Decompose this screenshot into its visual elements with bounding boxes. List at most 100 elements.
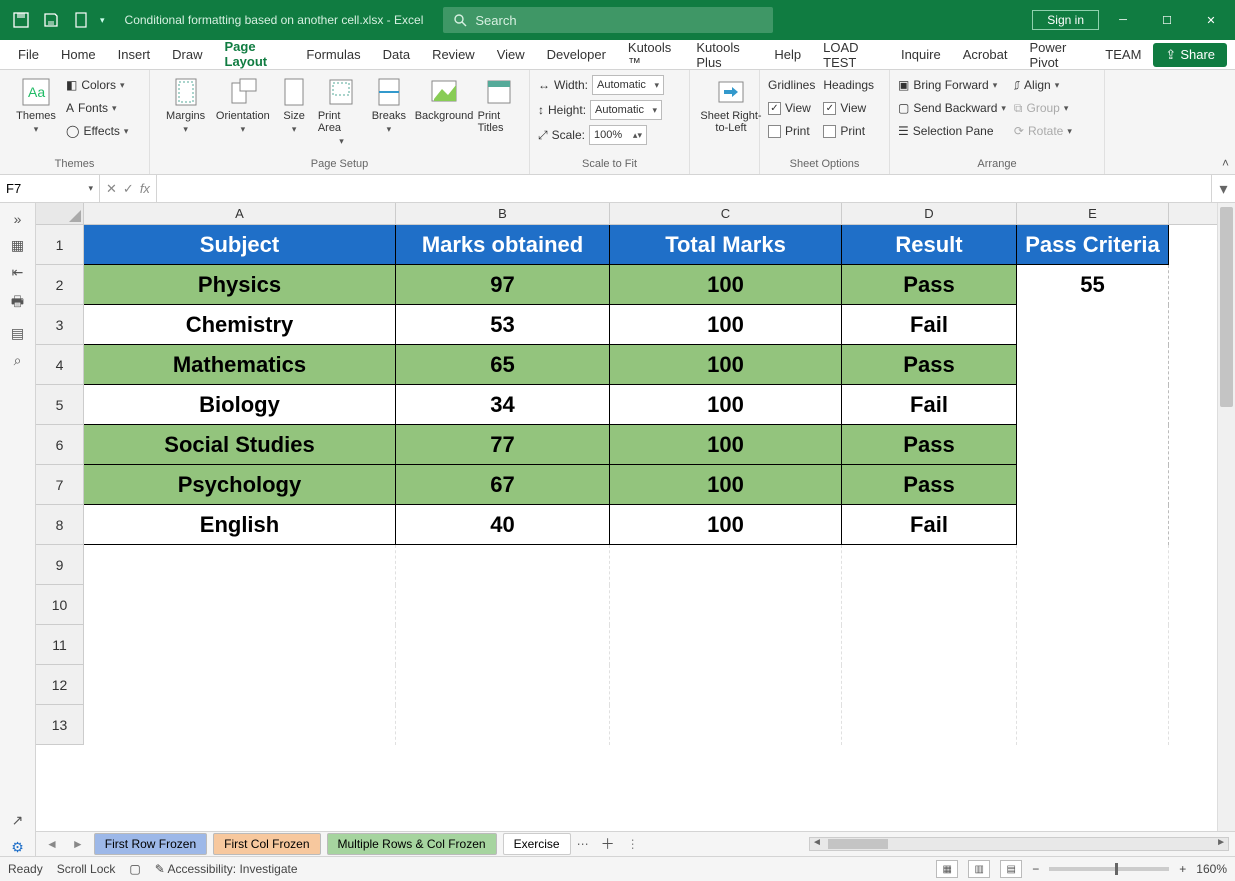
tab-power-pivot[interactable]: Power Pivot bbox=[1020, 35, 1094, 75]
cell[interactable] bbox=[1017, 585, 1169, 625]
cell[interactable] bbox=[1017, 385, 1169, 425]
cell[interactable]: 34 bbox=[396, 385, 610, 425]
side-icon-3[interactable]: 🖶 bbox=[11, 291, 24, 315]
cell[interactable]: 40 bbox=[396, 505, 610, 545]
accessibility-status[interactable]: ✎ Accessibility: Investigate bbox=[155, 862, 298, 876]
zoom-level[interactable]: 160% bbox=[1196, 862, 1227, 876]
cell[interactable] bbox=[1017, 545, 1169, 585]
tab-home[interactable]: Home bbox=[51, 42, 106, 67]
tab-kutools-plus[interactable]: Kutools Plus bbox=[686, 35, 762, 75]
signin-button[interactable]: Sign in bbox=[1032, 10, 1099, 30]
cell[interactable]: Pass bbox=[842, 345, 1017, 385]
side-icon-4[interactable]: ▤ bbox=[11, 325, 24, 342]
sheet-nav-next[interactable]: ► bbox=[68, 837, 88, 851]
margins-button[interactable]: Margins▾ bbox=[158, 74, 213, 135]
cell[interactable]: English bbox=[84, 505, 396, 545]
formula-expand-icon[interactable]: ▾ bbox=[1211, 175, 1235, 202]
cell[interactable]: 100 bbox=[610, 385, 842, 425]
row-header[interactable]: 8 bbox=[36, 505, 84, 545]
cell[interactable] bbox=[1017, 305, 1169, 345]
tab-review[interactable]: Review bbox=[422, 42, 485, 67]
headings-print-checkbox[interactable]: Print bbox=[823, 120, 874, 142]
cell[interactable]: Fail bbox=[842, 505, 1017, 545]
search-box[interactable]: Search bbox=[443, 7, 773, 33]
side-icon-1[interactable]: ▦ bbox=[11, 237, 24, 254]
sheet-rtl-button[interactable]: Sheet Right-to-Left bbox=[698, 74, 764, 134]
row-header[interactable]: 13 bbox=[36, 705, 84, 745]
cell[interactable]: 55 bbox=[1017, 265, 1169, 305]
cell[interactable]: 100 bbox=[610, 305, 842, 345]
gridlines-view-checkbox[interactable]: ✓View bbox=[768, 97, 815, 119]
cell[interactable] bbox=[610, 625, 842, 665]
sheet-tab-1[interactable]: First Row Frozen bbox=[94, 833, 207, 855]
cell[interactable] bbox=[396, 585, 610, 625]
cell[interactable]: Fail bbox=[842, 385, 1017, 425]
cell[interactable]: Pass bbox=[842, 265, 1017, 305]
cell[interactable]: Chemistry bbox=[84, 305, 396, 345]
sheet-more-icon[interactable]: ⋯ bbox=[577, 837, 589, 851]
cell[interactable] bbox=[1017, 505, 1169, 545]
col-header-b[interactable]: B bbox=[396, 203, 610, 224]
cell[interactable]: 53 bbox=[396, 305, 610, 345]
tab-formulas[interactable]: Formulas bbox=[296, 42, 370, 67]
col-header-a[interactable]: A bbox=[84, 203, 396, 224]
cell[interactable] bbox=[84, 625, 396, 665]
cell[interactable] bbox=[610, 585, 842, 625]
print-area-button[interactable]: Print Area▾ bbox=[318, 74, 365, 147]
cell[interactable] bbox=[1017, 625, 1169, 665]
cell[interactable]: Social Studies bbox=[84, 425, 396, 465]
vertical-scrollbar[interactable] bbox=[1217, 203, 1235, 831]
rotate-button[interactable]: ⟳Rotate▾ bbox=[1014, 120, 1072, 142]
cell[interactable]: Total Marks bbox=[610, 225, 842, 265]
autosave-icon[interactable] bbox=[10, 9, 32, 31]
fonts-button[interactable]: AFonts▾ bbox=[66, 97, 128, 119]
cell[interactable]: Mathematics bbox=[84, 345, 396, 385]
col-header-d[interactable]: D bbox=[842, 203, 1017, 224]
colors-button[interactable]: ◧Colors▾ bbox=[66, 74, 128, 96]
side-icon-5[interactable]: ⌕ bbox=[14, 352, 22, 369]
formula-input[interactable] bbox=[157, 175, 1211, 202]
cell[interactable]: 100 bbox=[610, 505, 842, 545]
side-link-icon[interactable]: ↗ bbox=[12, 812, 24, 829]
headings-view-checkbox[interactable]: ✓View bbox=[823, 97, 874, 119]
view-page-layout-button[interactable]: ▥ bbox=[968, 860, 990, 878]
row-header[interactable]: 2 bbox=[36, 265, 84, 305]
cell[interactable] bbox=[84, 705, 396, 745]
cell[interactable]: Pass bbox=[842, 425, 1017, 465]
doc-icon[interactable] bbox=[70, 9, 92, 31]
cell[interactable]: 65 bbox=[396, 345, 610, 385]
name-box[interactable]: F7▾ bbox=[0, 175, 100, 202]
zoom-slider[interactable] bbox=[1049, 867, 1169, 871]
macro-record-icon[interactable]: ▢ bbox=[129, 862, 140, 876]
col-header-e[interactable]: E bbox=[1017, 203, 1169, 224]
row-header[interactable]: 6 bbox=[36, 425, 84, 465]
cell[interactable]: Result bbox=[842, 225, 1017, 265]
bring-forward-button[interactable]: ▣Bring Forward▾ bbox=[898, 74, 1006, 96]
tab-data[interactable]: Data bbox=[373, 42, 420, 67]
tab-inquire[interactable]: Inquire bbox=[891, 42, 951, 67]
tab-team[interactable]: TEAM bbox=[1095, 42, 1151, 67]
view-page-break-button[interactable]: ▤ bbox=[1000, 860, 1022, 878]
row-header[interactable]: 11 bbox=[36, 625, 84, 665]
sheet-nav-prev[interactable]: ◄ bbox=[42, 837, 62, 851]
cell[interactable] bbox=[610, 545, 842, 585]
save-icon[interactable] bbox=[40, 9, 62, 31]
cell[interactable] bbox=[842, 625, 1017, 665]
side-icon-2[interactable]: ⇤ bbox=[12, 264, 24, 281]
cell[interactable]: Marks obtained bbox=[396, 225, 610, 265]
tab-draw[interactable]: Draw bbox=[162, 42, 212, 67]
row-header[interactable]: 7 bbox=[36, 465, 84, 505]
tab-view[interactable]: View bbox=[487, 42, 535, 67]
cell[interactable] bbox=[84, 545, 396, 585]
row-header[interactable]: 5 bbox=[36, 385, 84, 425]
cell[interactable]: Fail bbox=[842, 305, 1017, 345]
cell[interactable]: Psychology bbox=[84, 465, 396, 505]
cell[interactable] bbox=[84, 585, 396, 625]
breaks-button[interactable]: Breaks▾ bbox=[367, 74, 410, 135]
cell[interactable]: 77 bbox=[396, 425, 610, 465]
print-titles-button[interactable]: Print Titles bbox=[478, 74, 521, 134]
cell[interactable] bbox=[1017, 345, 1169, 385]
side-expand-icon[interactable]: » bbox=[14, 211, 22, 227]
enter-formula-icon[interactable]: ✓ bbox=[123, 181, 134, 197]
tab-file[interactable]: File bbox=[8, 42, 49, 67]
